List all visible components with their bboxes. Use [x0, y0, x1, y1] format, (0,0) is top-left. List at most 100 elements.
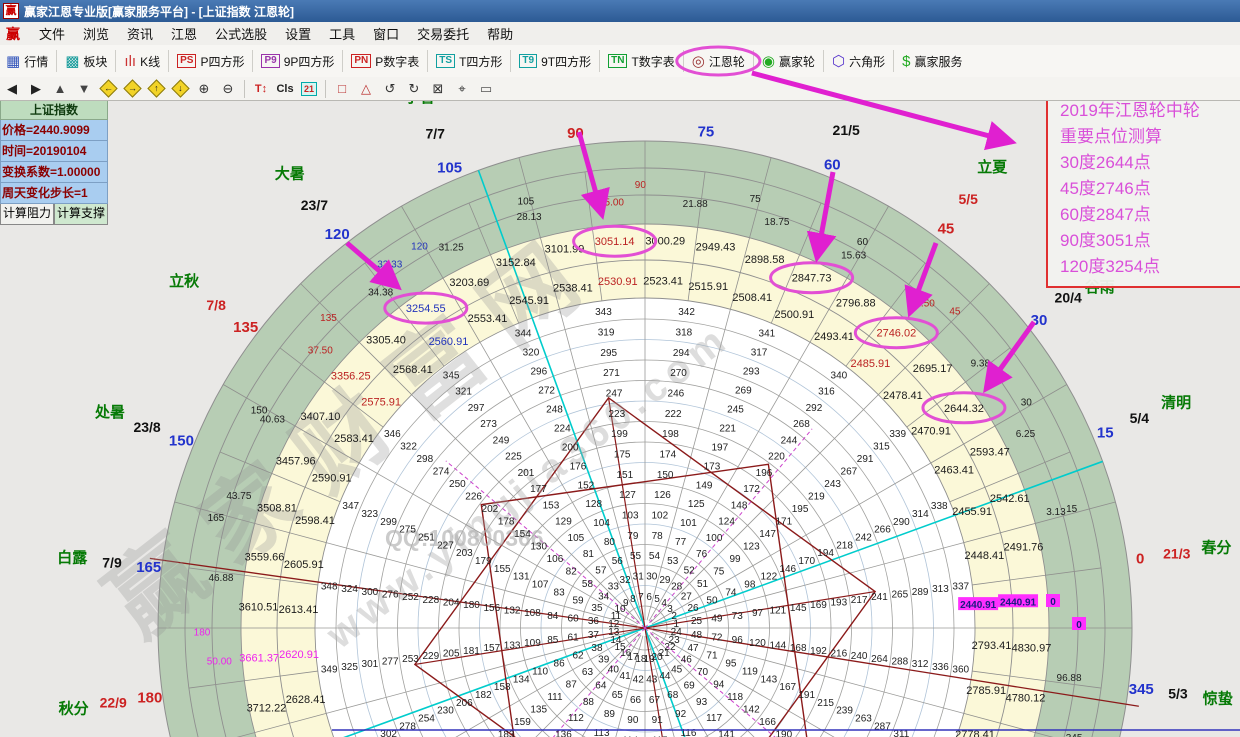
menu-item-1[interactable]: 浏览 [74, 24, 118, 43]
svg-text:325: 325 [341, 662, 358, 673]
svg-text:247: 247 [606, 389, 623, 400]
tool-triangle-tool[interactable]: △ [355, 79, 377, 99]
svg-text:135: 135 [233, 319, 258, 336]
toolbar-item-kline[interactable]: ılıK线 [118, 48, 166, 74]
svg-text:3051.14: 3051.14 [595, 236, 635, 248]
tool-center-tool[interactable]: ⌖ [451, 79, 473, 99]
menu-item-9[interactable]: 帮助 [478, 24, 522, 43]
svg-text:129: 129 [555, 517, 572, 528]
svg-text:338: 338 [931, 501, 948, 512]
tool-square-tool[interactable]: □ [331, 79, 353, 99]
toolbar-item-winner-service[interactable]: $ 赢家服务 [896, 48, 968, 74]
toolbar-item-9t-square[interactable]: T99T四方形 [513, 48, 597, 74]
svg-text:112: 112 [568, 713, 584, 724]
svg-text:38: 38 [591, 643, 603, 654]
info-row-2: 变换系数=1.00000 [0, 162, 108, 183]
svg-text:5/4: 5/4 [1130, 410, 1150, 426]
tool-t-range[interactable]: T↕ [250, 79, 272, 99]
svg-text:12.50: 12.50 [910, 298, 935, 309]
svg-text:148: 148 [731, 500, 748, 511]
tool-rotate-cw[interactable]: ↻ [403, 79, 425, 99]
svg-text:96.88: 96.88 [1057, 673, 1082, 684]
shift-up-diamond-icon: ↑ [147, 79, 165, 97]
toolbar-item-9p-square[interactable]: P99P四方形 [255, 48, 340, 74]
menu-item-3[interactable]: 江恩 [162, 24, 206, 43]
svg-text:2785.91: 2785.91 [966, 685, 1006, 697]
toolbar-item-hexagon[interactable]: ⬡六角形 [826, 48, 891, 74]
menu-item-2[interactable]: 资讯 [118, 24, 162, 43]
svg-text:268: 268 [793, 419, 810, 430]
svg-text:31.25: 31.25 [439, 243, 464, 254]
svg-text:立夏: 立夏 [977, 158, 1008, 176]
tool-shift-left[interactable]: ← [97, 79, 119, 99]
svg-text:2847.73: 2847.73 [792, 273, 832, 285]
svg-text:2575.91: 2575.91 [361, 397, 401, 409]
svg-text:47: 47 [687, 643, 699, 654]
svg-text:62: 62 [572, 651, 584, 662]
tool-shift-down[interactable]: ↓ [169, 79, 191, 99]
toolbar-item-p-table[interactable]: PNP数字表 [345, 48, 425, 74]
menu-item-8[interactable]: 交易委托 [408, 24, 478, 43]
svg-text:清明: 清明 [1161, 394, 1191, 412]
dollar-icon: $ [902, 54, 910, 69]
toolbar-item-t-square[interactable]: TST四方形 [430, 48, 508, 74]
tool-page-next[interactable]: ▶ [25, 79, 47, 99]
tool-select-tool[interactable]: ▭ [475, 79, 497, 99]
svg-text:91: 91 [652, 715, 664, 726]
toolbar-item-quotes[interactable]: ▦行情 [0, 48, 54, 74]
toolbar-item-p-square[interactable]: PSP四方形 [171, 48, 250, 74]
calc-resistance-button[interactable]: 计算阻力 [0, 204, 54, 225]
svg-text:2598.41: 2598.41 [295, 515, 335, 527]
svg-text:58: 58 [582, 579, 594, 590]
svg-text:2590.91: 2590.91 [312, 473, 352, 485]
svg-text:2583.41: 2583.41 [334, 433, 374, 445]
svg-text:143: 143 [760, 674, 777, 685]
svg-text:110: 110 [532, 666, 548, 677]
tool-page-prev[interactable]: ◀ [1, 79, 23, 99]
svg-text:3661.37: 3661.37 [239, 652, 279, 664]
ps-badge-icon: PS [177, 54, 196, 68]
tool-calendar[interactable]: 21 [298, 79, 320, 99]
toolbar-item-gann-wheel[interactable]: ◎江恩轮 [686, 48, 751, 74]
svg-text:270: 270 [670, 368, 687, 379]
main-toolbar: ▦行情▩板块ılıK线PSP四方形P99P四方形PNP数字表TST四方形T99T… [0, 45, 1240, 78]
tool-rotate-ccw[interactable]: ↺ [379, 79, 401, 99]
svg-text:3101.99: 3101.99 [545, 243, 585, 255]
tool-zoom-out[interactable]: ⊖ [217, 79, 239, 99]
svg-text:25: 25 [691, 616, 703, 627]
tool-zoom-in[interactable]: ⊕ [193, 79, 215, 99]
svg-text:100: 100 [706, 533, 723, 544]
toolbar-item-t-table[interactable]: TNT数字表 [602, 48, 681, 74]
svg-text:289: 289 [912, 587, 929, 598]
menu-item-7[interactable]: 窗口 [364, 24, 408, 43]
tool-shift-up[interactable]: ↑ [145, 79, 167, 99]
svg-text:345: 345 [1129, 681, 1154, 698]
svg-text:84: 84 [547, 611, 559, 622]
svg-text:315: 315 [873, 442, 890, 453]
toolbar-item-winner-wheel[interactable]: ◉赢家轮 [756, 48, 821, 74]
tool-box-x-tool[interactable]: ⊠ [427, 79, 449, 99]
svg-text:346: 346 [384, 429, 401, 440]
calc-support-button[interactable]: 计算支撑 [54, 204, 108, 225]
tool-shift-right[interactable]: → [121, 79, 143, 99]
svg-text:3457.96: 3457.96 [276, 455, 316, 467]
svg-text:153: 153 [543, 500, 560, 511]
tool-pointer-up[interactable]: ▲ [49, 79, 71, 99]
menu-item-5[interactable]: 设置 [276, 24, 320, 43]
svg-text:2620.91: 2620.91 [279, 649, 319, 661]
toolbar-item-label: P数字表 [375, 53, 419, 70]
svg-text:113: 113 [594, 728, 610, 737]
tool-cls[interactable]: Cls [274, 79, 296, 99]
svg-text:8: 8 [630, 594, 636, 605]
tool-pointer-down[interactable]: ▼ [73, 79, 95, 99]
menu-item-6[interactable]: 工具 [320, 24, 364, 43]
menu-item-4[interactable]: 公式选股 [206, 24, 276, 43]
toolbar-item-label: 赢家服务 [914, 53, 962, 70]
svg-text:342: 342 [678, 307, 695, 318]
svg-text:2898.58: 2898.58 [745, 254, 785, 266]
svg-text:85: 85 [547, 635, 559, 646]
menu-item-0[interactable]: 文件 [30, 24, 74, 43]
info-row-3: 周天变化步长=1 [0, 183, 108, 204]
svg-text:2491.76: 2491.76 [1004, 542, 1044, 554]
toolbar-item-sectors[interactable]: ▩板块 [59, 48, 113, 74]
